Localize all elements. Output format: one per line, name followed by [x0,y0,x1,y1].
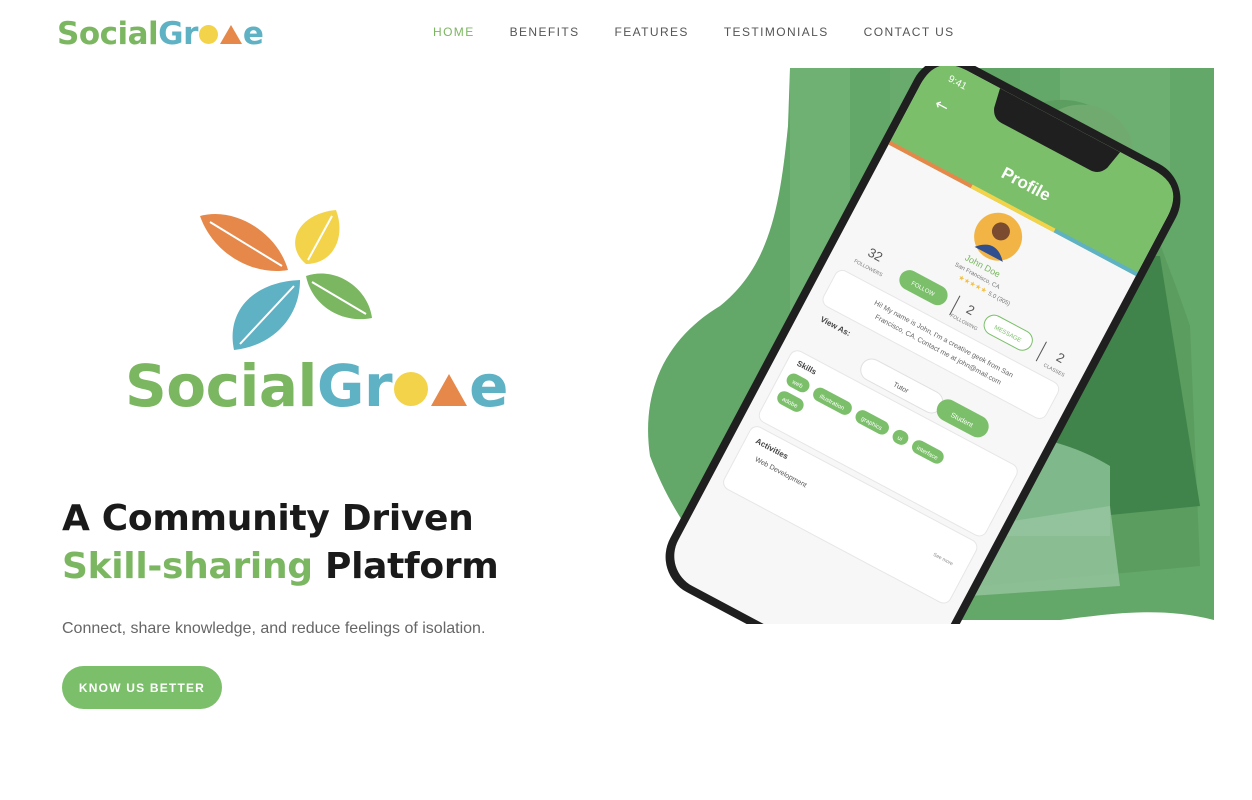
nav-testimonials[interactable]: TESTIMONIALS [724,25,829,39]
main-nav: HOME BENEFITS FEATURES TESTIMONIALS CONT… [433,25,990,39]
hero-wordmark: SocialGr e [125,352,508,420]
green-leaf-icon [306,273,372,320]
yellow-leaf-icon [295,210,340,264]
nav-contact-us[interactable]: CONTACT US [864,25,955,39]
brand-logo[interactable]: SocialGr e [57,14,264,54]
hero-headline: A Community Driven Skill-sharing Platfor… [62,498,499,587]
leaf-logo-icon [200,210,372,350]
hero-image: 9:41 ← Profile John Doe San Francisco, C… [648,66,1214,624]
hero-logo-triangle-w [431,374,468,406]
hero-logo-circle-o [394,372,429,406]
logo-circle-o [198,25,218,44]
know-us-better-button[interactable]: KNOW US BETTER [62,666,222,709]
nav-home[interactable]: HOME [433,25,475,39]
teal-leaf-icon [232,280,300,350]
logo-triangle-w [219,25,242,44]
hero-subtitle: Connect, share knowledge, and reduce fee… [62,620,486,637]
nav-benefits[interactable]: BENEFITS [510,25,580,39]
nav-features[interactable]: FEATURES [615,25,689,39]
orange-leaf-icon [200,213,288,272]
brand-wordmark: SocialGr e [57,16,264,52]
